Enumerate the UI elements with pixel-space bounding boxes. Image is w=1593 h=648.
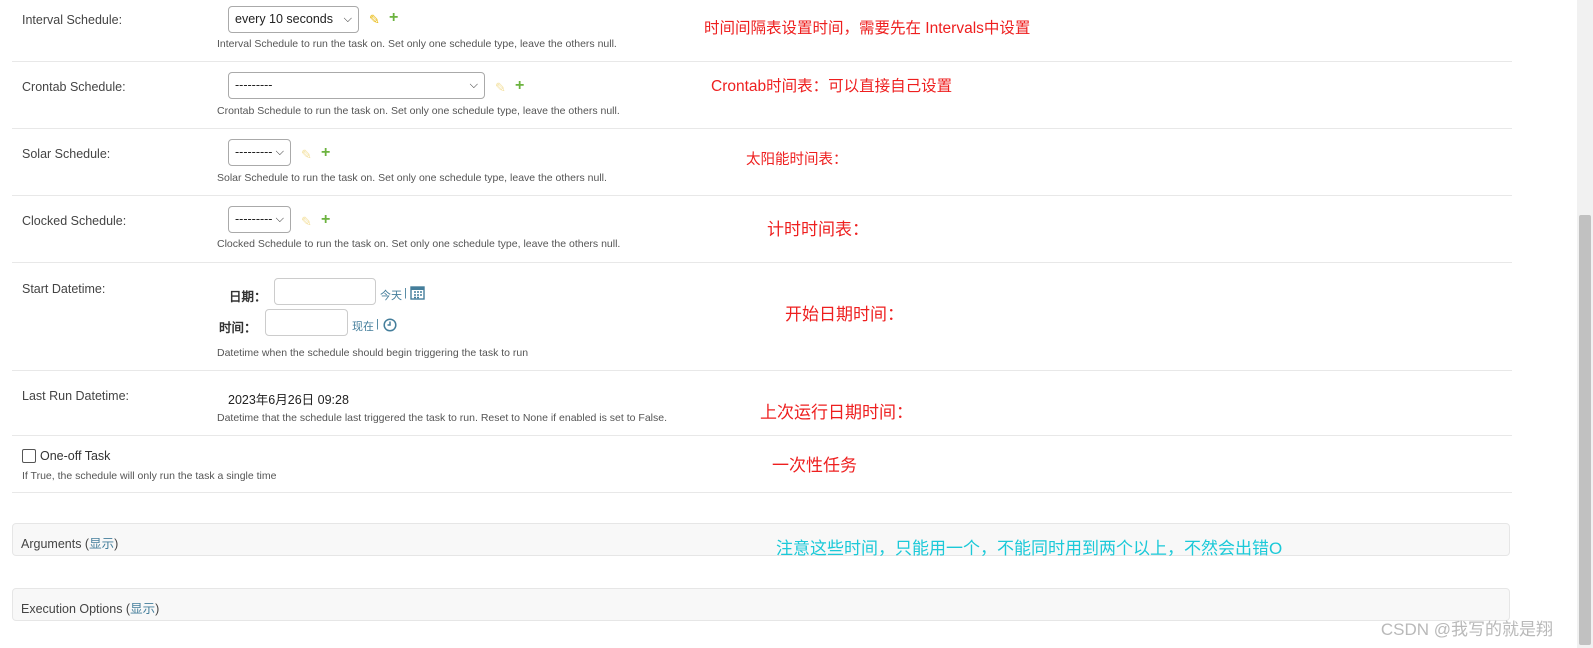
- chevron-down-icon: ⌵: [343, 13, 352, 25]
- solar-schedule-select[interactable]: --------- ⌵: [228, 139, 291, 166]
- plus-icon[interactable]: +: [515, 77, 524, 95]
- clocked-schedule-select[interactable]: --------- ⌵: [228, 206, 291, 233]
- solar-schedule-help: Solar Schedule to run the task on. Set o…: [217, 172, 607, 184]
- start-datetime-help: Datetime when the schedule should begin …: [217, 347, 529, 359]
- crontab-annotation: Crontab时间表：可以直接自己设置: [711, 78, 953, 95]
- clocked-schedule-label: Clocked Schedule:: [22, 214, 127, 228]
- one-off-help: If True, the schedule will only run the …: [22, 470, 277, 482]
- time-label: 时间：: [219, 321, 257, 335]
- today-link[interactable]: 今天: [380, 287, 402, 303]
- one-off-label[interactable]: One-off Task: [40, 449, 110, 463]
- chevron-down-icon: ⌵: [275, 146, 284, 158]
- now-link[interactable]: 现在: [352, 318, 374, 334]
- calendar-icon[interactable]: [410, 285, 425, 305]
- execution-options-fieldset: Execution Options (显示): [12, 588, 1510, 621]
- arguments-toggle-link[interactable]: 显示: [89, 537, 114, 551]
- last-run-label: Last Run Datetime:: [22, 389, 129, 403]
- arguments-fieldset: Arguments (显示): [12, 523, 1510, 556]
- one-off-annotation: 一次性任务: [772, 456, 857, 475]
- time-input[interactable]: [265, 309, 348, 336]
- last-run-value: 2023年6月26日 09:28: [228, 393, 349, 407]
- pencil-icon[interactable]: ✎: [369, 12, 380, 28]
- watermark: CSDN @我写的就是翔: [1380, 620, 1553, 639]
- start-datetime-row: Start Datetime: 日期： 今天 | 时间： 现在 | Dateti…: [12, 263, 1512, 371]
- solar-schedule-label: Solar Schedule:: [22, 147, 111, 161]
- plus-icon[interactable]: +: [321, 211, 330, 229]
- start-annotation: 开始日期时间：: [785, 305, 904, 324]
- plus-icon[interactable]: +: [321, 144, 330, 162]
- link-separator: |: [404, 287, 407, 299]
- one-off-checkbox[interactable]: [22, 449, 36, 463]
- plus-icon[interactable]: +: [389, 9, 398, 27]
- interval-schedule-help: Interval Schedule to run the task on. Se…: [217, 38, 617, 50]
- start-datetime-label: Start Datetime:: [22, 282, 106, 296]
- chevron-down-icon: ⌵: [275, 213, 284, 225]
- execution-options-title: Execution Options: [21, 602, 123, 616]
- crontab-schedule-label: Crontab Schedule:: [22, 80, 126, 94]
- date-input[interactable]: [274, 278, 376, 305]
- last-run-annotation: 上次运行日期时间：: [760, 403, 913, 422]
- vertical-scrollbar[interactable]: [1577, 0, 1593, 648]
- scrollbar-thumb[interactable]: [1579, 215, 1591, 645]
- clocked-schedule-help: Clocked Schedule to run the task on. Set…: [217, 238, 621, 250]
- crontab-schedule-select[interactable]: --------- ⌵: [228, 72, 485, 99]
- arguments-title: Arguments: [21, 537, 82, 551]
- clock-icon[interactable]: [383, 318, 397, 337]
- pencil-icon[interactable]: ✎: [495, 80, 506, 96]
- interval-schedule-select[interactable]: every 10 seconds ⌵: [228, 6, 359, 33]
- pencil-icon[interactable]: ✎: [301, 214, 312, 230]
- date-label: 日期：: [229, 290, 267, 304]
- chevron-down-icon: ⌵: [469, 79, 478, 91]
- interval-schedule-label: Interval Schedule:: [22, 13, 123, 27]
- crontab-schedule-help: Crontab Schedule to run the task on. Set…: [217, 105, 620, 117]
- clocked-annotation: 计时时间表：: [767, 220, 869, 239]
- execution-options-toggle-link[interactable]: 显示: [130, 602, 155, 616]
- clocked-schedule-row: Clocked Schedule: --------- ⌵ ✎ + Clocke…: [12, 196, 1512, 263]
- last-run-help: Datetime that the schedule last triggere…: [217, 412, 667, 424]
- link-separator: |: [376, 318, 379, 330]
- pencil-icon[interactable]: ✎: [301, 147, 312, 163]
- one-off-row: One-off Task If True, the schedule will …: [12, 436, 1512, 493]
- interval-annotation: 时间间隔表设置时间，需要先在 Intervals中设置: [704, 20, 1031, 37]
- solar-annotation: 太阳能时间表：: [746, 152, 848, 168]
- arguments-annotation: 注意这些时间，只能用一个，不能同时用到两个以上，不然会出错O: [776, 539, 1283, 558]
